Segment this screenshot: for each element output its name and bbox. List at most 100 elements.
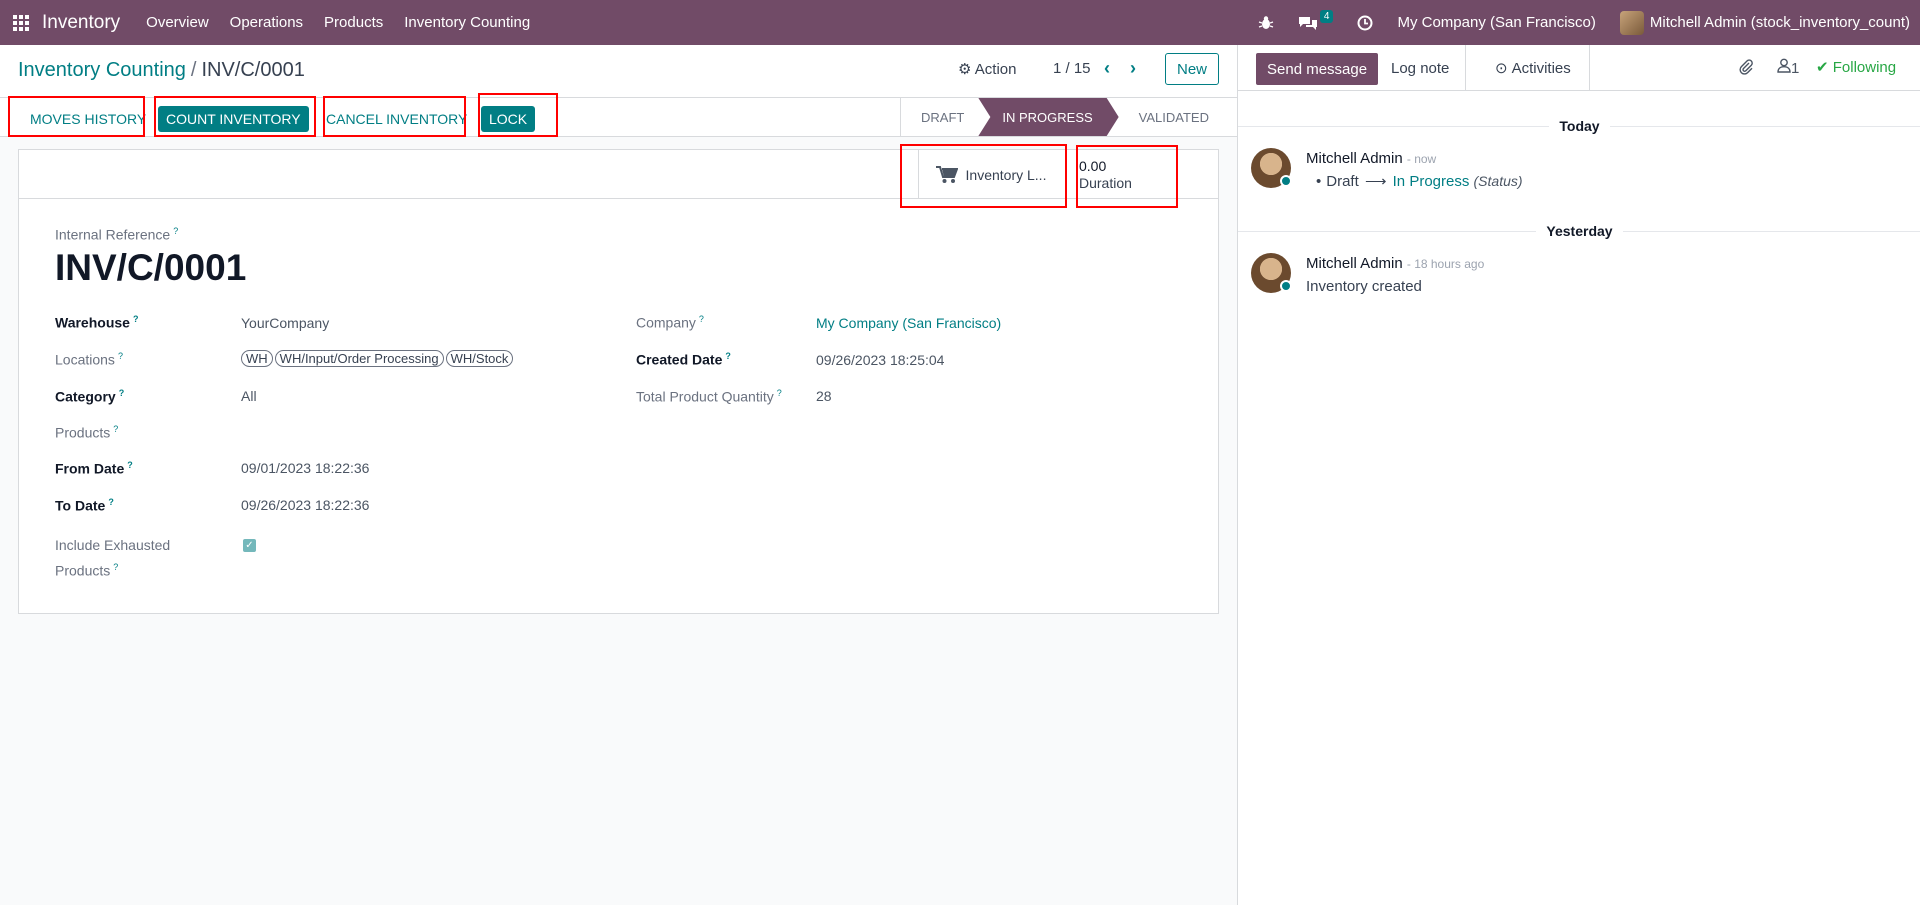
stage-draft[interactable]: DRAFT	[900, 98, 979, 136]
pager-next-icon[interactable]: ›	[1130, 58, 1136, 79]
breadcrumb-current: INV/C/0001	[201, 59, 305, 81]
checkmark-icon: ✔	[1816, 59, 1829, 76]
form-sheet: Inventory L... 0.00 Duration Internal Re…	[18, 149, 1219, 614]
action-menu-button[interactable]: ⚙ Action	[958, 60, 1017, 78]
internal-reference-label: Internal Reference?	[55, 226, 179, 243]
arrow-right-icon: ⟶	[1364, 173, 1387, 190]
pager-previous-icon[interactable]: ‹	[1104, 58, 1110, 79]
message-body: Inventory created	[1306, 278, 1422, 295]
day-separator-yesterday: Yesterday	[1238, 223, 1920, 239]
online-status-dot	[1280, 175, 1292, 187]
products-field[interactable]	[241, 422, 541, 442]
internal-reference-value[interactable]: INV/C/0001	[55, 247, 246, 289]
followers-button[interactable]: 1	[1777, 58, 1799, 77]
attachment-paperclip-icon[interactable]	[1738, 59, 1754, 79]
top-navbar: Inventory Overview Operations Products I…	[0, 0, 1920, 45]
activities-label: Activities	[1511, 59, 1571, 77]
breadcrumb-separator: /	[190, 59, 197, 81]
duration-label: Duration	[1079, 174, 1132, 191]
messaging-button[interactable]: 4	[1298, 10, 1334, 31]
button-box: Inventory L... 0.00 Duration	[19, 150, 1218, 199]
tracking-new-value: In Progress	[1392, 173, 1470, 190]
to-date-value[interactable]: 09/26/2023 18:22:36	[241, 497, 369, 513]
stage-in-progress[interactable]: IN PROGRESS	[978, 98, 1118, 136]
status-bar: MOVES HISTORY COUNT INVENTORY CANCEL INV…	[0, 97, 1237, 137]
menu-inventory-counting[interactable]: Inventory Counting	[404, 14, 530, 31]
following-label: Following	[1832, 59, 1897, 76]
chatter-topbar: Send message Log note ⊙ Activities 1 ✔ F…	[1238, 45, 1920, 91]
breadcrumb: Inventory Counting / INV/C/0001	[18, 59, 305, 82]
inventory-lines-label: Inventory L...	[965, 166, 1047, 183]
check-icon: ✓	[243, 539, 256, 552]
count-inventory-button[interactable]: COUNT INVENTORY	[158, 106, 309, 132]
followers-count: 1	[1791, 60, 1800, 77]
location-tag[interactable]: WH/Input/Order Processing	[274, 350, 444, 367]
cart-icon	[935, 165, 958, 183]
message-author-avatar[interactable]	[1251, 253, 1292, 293]
include-exhausted-checkbox[interactable]: ✓	[243, 539, 256, 552]
activity-clock-icon[interactable]	[1357, 15, 1373, 31]
user-avatar	[1619, 10, 1644, 35]
person-icon	[1777, 58, 1791, 73]
action-label: Action	[974, 61, 1017, 78]
include-exhausted-label: Include Exhausted Products?	[55, 537, 171, 579]
moves-history-button[interactable]: MOVES HISTORY	[22, 106, 154, 132]
apps-menu-icon[interactable]	[0, 0, 42, 45]
user-menu[interactable]: Mitchell Admin (stock_inventory_count)	[1619, 10, 1910, 35]
new-button[interactable]: New	[1165, 53, 1219, 85]
company-switcher[interactable]: My Company (San Francisco)	[1397, 14, 1595, 31]
message-header: Mitchell Admin - now	[1306, 150, 1436, 167]
online-status-dot	[1280, 280, 1292, 292]
send-message-button[interactable]: Send message	[1256, 53, 1379, 85]
debug-bug-icon[interactable]	[1258, 15, 1274, 31]
inventory-lines-smart-button[interactable]: Inventory L...	[918, 150, 1063, 199]
form-view: Inventory Counting / INV/C/0001 ⚙ Action 1…	[0, 45, 1237, 905]
locations-label: Locations?	[55, 351, 123, 368]
activities-button[interactable]: ⊙ Activities	[1477, 45, 1590, 91]
warehouse-value[interactable]: YourCompany	[241, 315, 329, 331]
clock-icon: ⊙	[1495, 60, 1508, 77]
to-date-label: To Date?	[55, 497, 114, 514]
message-author-avatar[interactable]	[1251, 148, 1292, 188]
message-author[interactable]: Mitchell Admin	[1306, 255, 1403, 272]
stage-validated[interactable]: VALIDATED	[1118, 98, 1223, 136]
app-name[interactable]: Inventory	[42, 12, 120, 34]
company-label: Company?	[636, 314, 704, 331]
from-date-value[interactable]: 09/01/2023 18:22:36	[241, 460, 369, 476]
total-quantity-label: Total Product Quantity?	[636, 388, 782, 405]
duration-value: 0.00	[1079, 157, 1107, 174]
company-value[interactable]: My Company (San Francisco)	[816, 315, 1001, 331]
lock-button[interactable]: LOCK	[481, 106, 536, 132]
cancel-inventory-button[interactable]: CANCEL INVENTORY	[318, 106, 475, 132]
created-date-label: Created Date?	[636, 351, 731, 368]
from-date-label: From Date?	[55, 460, 133, 477]
warehouse-label: Warehouse?	[55, 314, 139, 331]
chat-count-badge: 4	[1319, 10, 1334, 23]
chat-bubbles-icon	[1298, 16, 1317, 30]
message-time: - 18 hours ago	[1406, 257, 1485, 271]
message-header: Mitchell Admin - 18 hours ago	[1306, 255, 1484, 272]
category-label: Category?	[55, 388, 125, 405]
message-author[interactable]: Mitchell Admin	[1306, 150, 1403, 167]
breadcrumb-parent[interactable]: Inventory Counting	[18, 59, 186, 81]
chatter-panel: Send message Log note ⊙ Activities 1 ✔ F…	[1237, 45, 1920, 905]
location-tag[interactable]: WH/Stock	[445, 350, 514, 367]
following-button[interactable]: ✔ Following	[1816, 58, 1896, 76]
created-date-value: 09/26/2023 18:25:04	[816, 352, 945, 368]
products-label: Products?	[55, 424, 119, 441]
day-separator-today: Today	[1238, 118, 1920, 134]
category-value[interactable]: All	[241, 388, 257, 404]
location-tag[interactable]: WH	[241, 350, 273, 367]
tracking-field-name: (Status)	[1473, 173, 1523, 189]
gear-icon: ⚙	[958, 61, 972, 78]
log-note-button[interactable]: Log note	[1375, 45, 1467, 91]
user-name: Mitchell Admin (stock_inventory_count)	[1649, 14, 1910, 31]
duration-smart-button[interactable]: 0.00 Duration	[1077, 150, 1175, 199]
pager-value[interactable]: 1 / 15	[1053, 60, 1091, 77]
menu-products[interactable]: Products	[324, 14, 383, 31]
menu-operations[interactable]: Operations	[230, 14, 303, 31]
menu-overview[interactable]: Overview	[146, 14, 209, 31]
message-time: - now	[1406, 152, 1437, 166]
locations-tags[interactable]: WH WH/Input/Order Processing WH/Stock	[241, 350, 515, 367]
status-stages: DRAFT IN PROGRESS VALIDATED	[900, 98, 1223, 136]
